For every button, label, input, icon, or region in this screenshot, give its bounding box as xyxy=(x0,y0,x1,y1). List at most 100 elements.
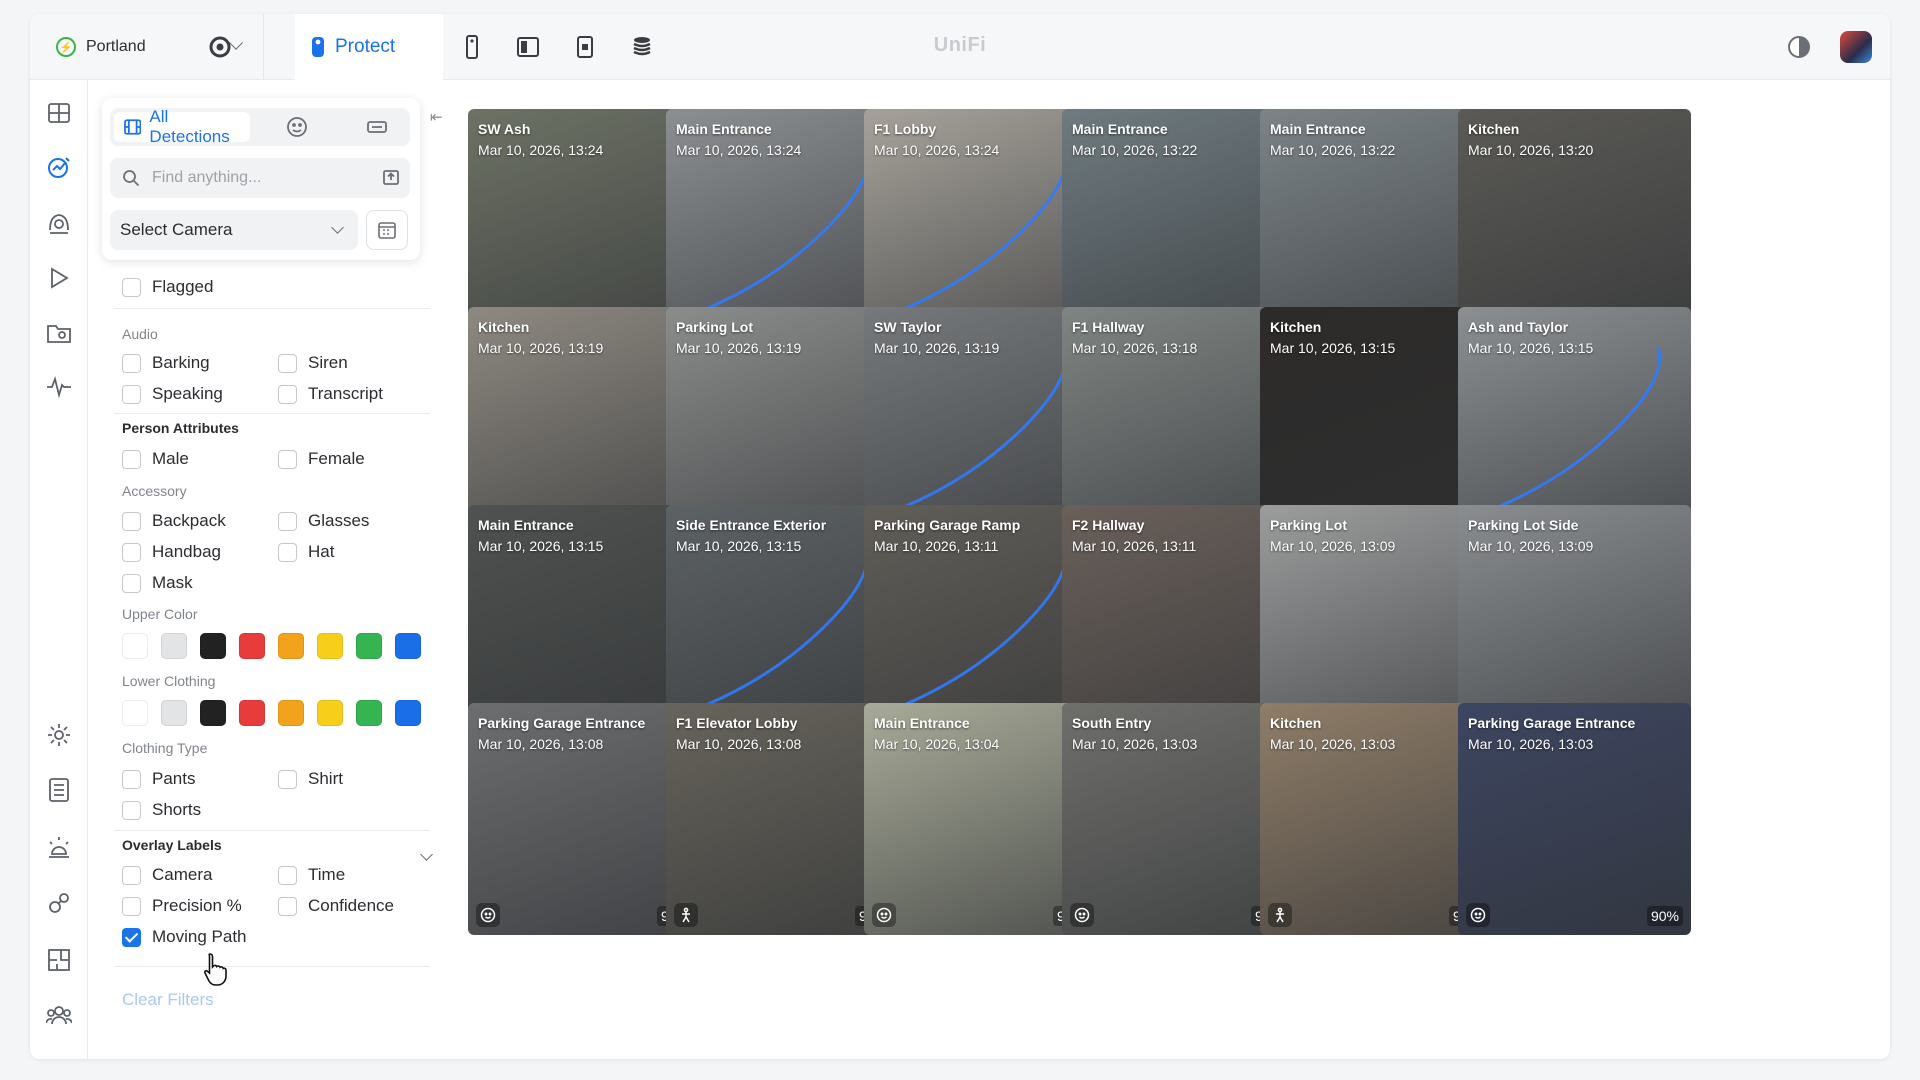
detection-time: Mar 10, 2026, 13:15 xyxy=(676,538,802,554)
checkbox[interactable] xyxy=(278,769,297,789)
tile-caption: Parking Garage Entrance Mar 10, 2026, 13:… xyxy=(1468,715,1635,752)
overlay-moving-path[interactable]: Moving Path xyxy=(122,926,247,948)
color-swatch[interactable] xyxy=(317,633,343,659)
play-icon[interactable] xyxy=(44,263,74,293)
checkbox[interactable] xyxy=(122,353,141,373)
calendar-button[interactable] xyxy=(366,210,408,250)
settings-gear-icon[interactable] xyxy=(44,720,74,750)
doorbell-icon[interactable] xyxy=(457,32,487,62)
folder-icon[interactable] xyxy=(44,318,74,348)
filter-speaking[interactable]: Speaking xyxy=(122,383,223,405)
color-swatch[interactable] xyxy=(356,700,382,726)
color-swatch[interactable] xyxy=(161,700,187,726)
collapse-panel-icon[interactable]: ⇤ xyxy=(430,108,446,126)
color-swatch[interactable] xyxy=(122,700,148,726)
user-avatar[interactable] xyxy=(1840,31,1872,63)
clear-filters-link[interactable]: Clear Filters xyxy=(122,990,214,1010)
checkbox[interactable] xyxy=(122,865,141,885)
checkbox[interactable] xyxy=(122,927,141,947)
color-swatch[interactable] xyxy=(395,633,421,659)
filter-transcript[interactable]: Transcript xyxy=(278,383,383,405)
detection-tile[interactable]: Parking Garage Entrance Mar 10, 2026, 13:… xyxy=(1458,703,1691,935)
color-swatch[interactable] xyxy=(239,700,265,726)
checkbox[interactable] xyxy=(122,277,141,297)
filter-male[interactable]: Male xyxy=(122,448,189,470)
tab-license-plates[interactable] xyxy=(366,116,388,143)
access-panel-icon[interactable] xyxy=(513,32,543,62)
users-icon[interactable] xyxy=(44,1000,74,1030)
camera-name: Kitchen xyxy=(478,319,530,335)
checkbox[interactable] xyxy=(278,511,297,531)
overlay-labels-header[interactable]: Overlay Labels xyxy=(122,837,222,853)
checkbox[interactable] xyxy=(122,449,141,469)
camera-select[interactable]: Select Camera xyxy=(110,210,358,250)
filter-shirt[interactable]: Shirt xyxy=(278,768,343,790)
checkbox[interactable] xyxy=(278,353,297,373)
section-lower-clothing: Lower Clothing xyxy=(122,673,216,689)
filter-flagged[interactable]: Flagged xyxy=(122,276,213,298)
integrations-icon[interactable] xyxy=(44,888,74,918)
filter-siren[interactable]: Siren xyxy=(278,352,348,374)
checkbox[interactable] xyxy=(122,511,141,531)
detections-icon[interactable] xyxy=(44,153,74,183)
face-scan-icon[interactable] xyxy=(44,208,74,238)
theme-toggle-icon[interactable] xyxy=(1788,36,1810,58)
activity-icon[interactable] xyxy=(44,372,74,402)
overlay-camera[interactable]: Camera xyxy=(122,864,212,886)
checkbox[interactable] xyxy=(278,449,297,469)
checkbox[interactable] xyxy=(278,865,297,885)
export-icon[interactable] xyxy=(382,168,400,191)
filter-mask[interactable]: Mask xyxy=(122,572,193,594)
checkbox[interactable] xyxy=(278,384,297,404)
record-icon[interactable] xyxy=(205,32,235,62)
logs-icon[interactable] xyxy=(44,775,74,805)
filter-shorts[interactable]: Shorts xyxy=(122,799,201,821)
color-swatch[interactable] xyxy=(200,633,226,659)
filter-handbag[interactable]: Handbag xyxy=(122,541,221,563)
color-swatch[interactable] xyxy=(278,633,304,659)
protect-app-tab[interactable]: Protect xyxy=(295,14,443,80)
color-swatch[interactable] xyxy=(317,700,343,726)
storage-icon[interactable] xyxy=(627,32,657,62)
overlay-confidence[interactable]: Confidence xyxy=(278,895,394,917)
intercom-icon[interactable] xyxy=(570,32,600,62)
section-clothing-type: Clothing Type xyxy=(122,740,208,756)
dashboard-icon[interactable] xyxy=(44,98,74,128)
checkbox-label: Backpack xyxy=(152,511,226,530)
filter-female[interactable]: Female xyxy=(278,448,365,470)
filter-hat[interactable]: Hat xyxy=(278,541,334,563)
filter-pants[interactable]: Pants xyxy=(122,768,195,790)
detection-tabs: All Detections xyxy=(110,107,410,146)
filter-barking[interactable]: Barking xyxy=(122,352,210,374)
checkbox[interactable] xyxy=(122,896,141,916)
tab-faces[interactable] xyxy=(286,116,308,143)
tile-caption: Kitchen Mar 10, 2026, 13:20 xyxy=(1468,121,1593,158)
checkbox[interactable] xyxy=(122,769,141,789)
tile-caption: Main Entrance Mar 10, 2026, 13:04 xyxy=(874,715,999,752)
checkbox[interactable] xyxy=(122,542,141,562)
color-swatch[interactable] xyxy=(395,700,421,726)
checkbox[interactable] xyxy=(122,573,141,593)
color-swatch[interactable] xyxy=(278,700,304,726)
camera-name: F2 Hallway xyxy=(1072,517,1145,533)
checkbox[interactable] xyxy=(122,384,141,404)
color-swatch[interactable] xyxy=(122,633,148,659)
floor-plan-icon[interactable] xyxy=(44,945,74,975)
chevron-down-icon[interactable] xyxy=(420,848,433,861)
color-swatch[interactable] xyxy=(356,633,382,659)
tab-all-detections[interactable]: All Detections xyxy=(114,107,250,146)
checkbox[interactable] xyxy=(278,542,297,562)
checkbox-label: Moving Path xyxy=(152,927,247,946)
color-swatch[interactable] xyxy=(239,633,265,659)
checkbox[interactable] xyxy=(122,800,141,820)
filter-glasses[interactable]: Glasses xyxy=(278,510,369,532)
checkbox-label: Siren xyxy=(308,353,348,372)
overlay-precision[interactable]: Precision % xyxy=(122,895,242,917)
color-swatch[interactable] xyxy=(161,633,187,659)
filter-backpack[interactable]: Backpack xyxy=(122,510,226,532)
color-swatch[interactable] xyxy=(200,700,226,726)
checkbox[interactable] xyxy=(278,896,297,916)
search-input[interactable] xyxy=(152,169,352,187)
overlay-time[interactable]: Time xyxy=(278,864,345,886)
alarm-icon[interactable] xyxy=(44,832,74,862)
